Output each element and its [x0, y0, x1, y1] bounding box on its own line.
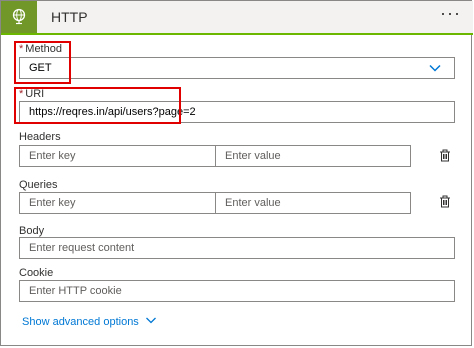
- method-select[interactable]: GET: [19, 57, 455, 79]
- show-advanced-options-label: Show advanced options: [22, 315, 139, 328]
- cookie-label: Cookie: [19, 267, 54, 279]
- uri-label: * URI: [19, 88, 45, 100]
- method-label: * Method: [19, 43, 62, 55]
- body-input[interactable]: Enter request content: [19, 237, 455, 259]
- show-advanced-options-link[interactable]: Show advanced options: [22, 315, 157, 328]
- query-key-input[interactable]: Enter key: [19, 192, 216, 214]
- header-value-input[interactable]: Enter value: [215, 145, 411, 167]
- headers-label: Headers: [19, 131, 61, 143]
- more-options-button[interactable]: ···: [440, 3, 461, 24]
- delete-icon[interactable]: [438, 195, 452, 209]
- card-header[interactable]: HTTP ···: [1, 1, 473, 35]
- http-action-card: HTTP ··· * Method GET * URI https://reqres…: [0, 0, 473, 346]
- body-label: Body: [19, 225, 45, 237]
- queries-label: Queries: [19, 179, 58, 191]
- uri-input[interactable]: https://reqres.in/api/users?page=2: [19, 101, 455, 123]
- chevron-down-icon: [428, 61, 442, 78]
- query-value-input[interactable]: Enter value: [215, 192, 411, 214]
- chevron-down-icon: [139, 315, 157, 328]
- delete-icon[interactable]: [438, 149, 452, 163]
- header-key-input[interactable]: Enter key: [19, 145, 216, 167]
- card-title: HTTP: [51, 9, 88, 25]
- method-value: GET: [29, 62, 52, 74]
- uri-value: https://reqres.in/api/users?page=2: [29, 106, 196, 118]
- globe-icon: [1, 1, 37, 33]
- cookie-input[interactable]: Enter HTTP cookie: [19, 280, 455, 302]
